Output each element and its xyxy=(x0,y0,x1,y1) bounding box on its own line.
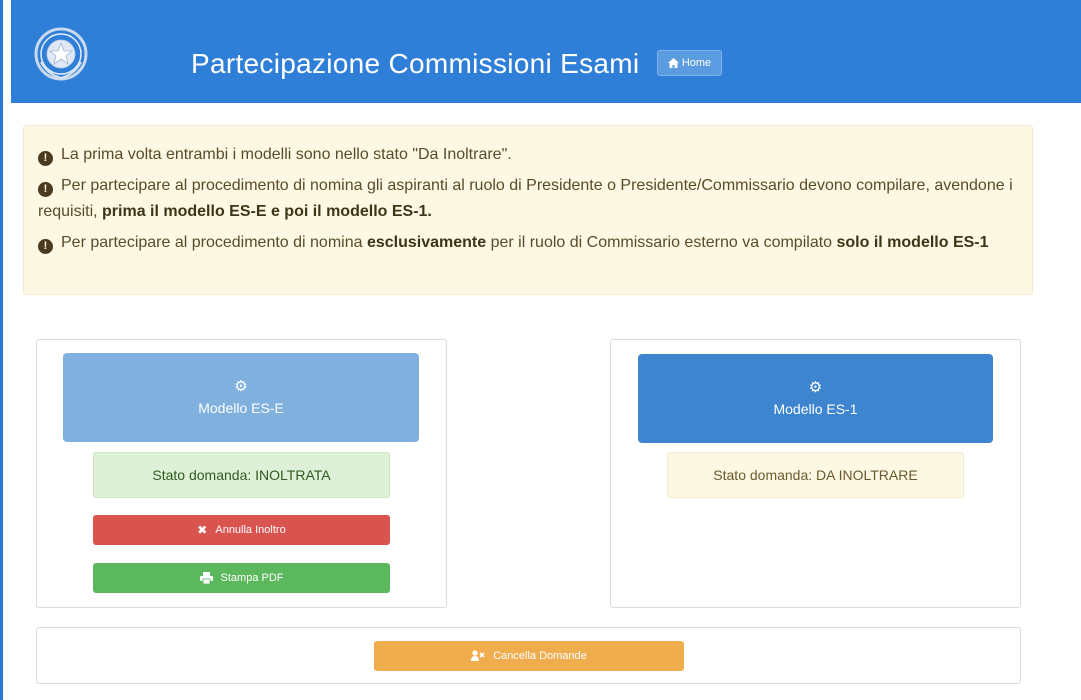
info-notice: ! La prima volta entrambi i modelli sono … xyxy=(23,125,1033,295)
gears-icon: ⚙ xyxy=(234,378,248,395)
x-icon: ✖ xyxy=(197,523,208,537)
model-es-1-button[interactable]: ⚙ Modello ES-1 xyxy=(638,354,993,443)
window-edge xyxy=(0,0,3,700)
exclamation-circle-icon: ! xyxy=(38,182,53,197)
exclamation-circle-icon: ! xyxy=(38,239,53,254)
header-bar: Partecipazione Commissioni Esami Home xyxy=(11,0,1081,103)
home-button[interactable]: Home xyxy=(657,50,722,76)
cancel-submission-button[interactable]: ✖ Annulla Inoltro xyxy=(93,515,390,545)
status-badge: Stato domanda: INOLTRATA xyxy=(93,452,390,498)
home-icon xyxy=(667,58,679,68)
notice-bold-text: prima il modello ES-E e poi il modello E… xyxy=(102,203,432,220)
model-es-e-label: Modello ES-E xyxy=(198,400,284,416)
notice-item: ! La prima volta entrambi i modelli sono … xyxy=(38,142,1017,168)
footer-panel: Cancella Domande xyxy=(36,627,1021,684)
notice-text: La prima volta entrambi i modelli sono n… xyxy=(61,146,512,163)
model-es-e-panel: ⚙ Modello ES-E Stato domanda: INOLTRATA … xyxy=(36,339,447,608)
notice-text: per il ruolo di Commissario esterno va c… xyxy=(486,234,837,251)
status-text: Stato domanda: DA INOLTRARE xyxy=(713,467,918,483)
model-es-e-button[interactable]: ⚙ Modello ES-E xyxy=(63,353,419,442)
notice-item: ! Per partecipare al procedimento di nomi… xyxy=(38,173,1017,225)
notice-bold-text: esclusivamente xyxy=(366,234,487,251)
status-text: Stato domanda: INOLTRATA xyxy=(152,467,331,483)
cancel-applications-label: Cancella Domande xyxy=(493,650,587,662)
model-es-1-label: Modello ES-1 xyxy=(773,401,858,417)
model-es-1-panel: ⚙ Modello ES-1 Stato domanda: DA INOLTRA… xyxy=(610,339,1021,608)
print-pdf-label: Stampa PDF xyxy=(220,572,284,584)
gears-icon: ⚙ xyxy=(808,379,823,396)
user-remove-icon xyxy=(471,650,485,661)
notice-text: Per partecipare al procedimento di nomin… xyxy=(61,234,367,251)
print-icon xyxy=(199,572,213,584)
notice-item: ! Per partecipare al procedimento di nomi… xyxy=(38,230,1017,256)
cancel-applications-button[interactable]: Cancella Domande xyxy=(374,641,684,671)
notice-bold-text: solo il modello ES-1 xyxy=(836,234,989,251)
home-button-label: Home xyxy=(681,57,712,69)
status-badge: Stato domanda: DA INOLTRARE xyxy=(667,452,964,498)
italian-republic-emblem-icon xyxy=(33,26,89,82)
cancel-submission-label: Annulla Inoltro xyxy=(215,524,286,536)
exclamation-circle-icon: ! xyxy=(38,151,53,166)
print-pdf-button[interactable]: Stampa PDF xyxy=(93,563,390,593)
page-title: Partecipazione Commissioni Esami xyxy=(191,48,640,79)
